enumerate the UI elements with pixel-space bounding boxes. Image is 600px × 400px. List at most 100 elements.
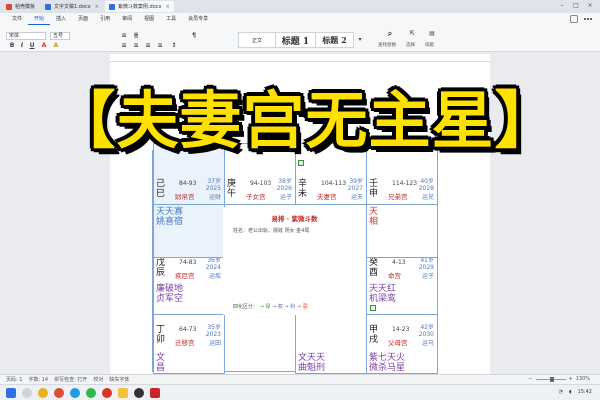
- star-line: 天: [369, 207, 379, 217]
- tray-time[interactable]: 15:42: [578, 389, 592, 395]
- style-heading-1[interactable]: 标题 1: [276, 32, 316, 48]
- palace-range: 74-83: [179, 259, 197, 266]
- align-left-icon[interactable]: ≡: [120, 42, 128, 49]
- style-label: 标题 2: [322, 34, 347, 45]
- menu-file[interactable]: 文件: [6, 14, 28, 25]
- italic-icon[interactable]: I: [18, 42, 26, 49]
- palace-cell-chen: 廉破地 贞军空 戊辰 74-83 疾厄宫 36岁 2024 运疾: [153, 257, 225, 315]
- share-icon[interactable]: [570, 15, 578, 23]
- bullet-list-icon[interactable]: ≡: [120, 32, 128, 39]
- sihua-ke: 科: [290, 304, 296, 310]
- justify-icon[interactable]: ≡: [156, 42, 164, 49]
- palace-ganzhi: 丁卯: [156, 325, 166, 345]
- minimize-icon[interactable]: –: [556, 1, 568, 11]
- font-color-icon[interactable]: A: [40, 42, 48, 49]
- zoom-out-icon[interactable]: −: [528, 376, 532, 382]
- app-icon[interactable]: [150, 388, 160, 398]
- close-tab-icon[interactable]: ×: [95, 4, 99, 10]
- more-icon[interactable]: [584, 18, 592, 20]
- palace-stars: 文天天 曲魁刑: [298, 353, 325, 373]
- menu-review[interactable]: 审阅: [116, 14, 138, 25]
- palace-stars: 文 昌: [156, 353, 165, 373]
- wps-icon[interactable]: [102, 388, 112, 398]
- close-window-icon[interactable]: ×: [584, 1, 596, 11]
- palace-ganzhi: 甲戌: [369, 325, 379, 345]
- star-line: 曲魁刑: [298, 363, 326, 373]
- palace-name: 迁移宫: [175, 339, 195, 347]
- font-size-select[interactable]: 五号: [50, 32, 70, 40]
- media-icon[interactable]: [134, 388, 144, 398]
- doc-icon: [108, 3, 115, 10]
- menu-member[interactable]: 会员专享: [182, 14, 214, 25]
- sihua-legend: 四化区分： → 禄 → 权 → 科 → 忌: [233, 303, 308, 310]
- window-tab-doc1[interactable]: 文字文稿1.docx ×: [41, 1, 103, 12]
- os-taskbar: ◔ ◖ 15:42: [0, 384, 600, 400]
- window-tab-doc2[interactable]: 紫微斗数案例.docx ×: [104, 1, 174, 12]
- highlight-icon[interactable]: A: [52, 42, 60, 49]
- volume-icon[interactable]: ◖: [569, 389, 572, 395]
- folder-icon[interactable]: [118, 388, 128, 398]
- menu-right-tools: [570, 15, 592, 23]
- layout-label[interactable]: 排版: [425, 42, 434, 48]
- align-right-icon[interactable]: ≡: [144, 42, 152, 49]
- zoom-in-icon[interactable]: +: [569, 376, 573, 382]
- palace-year: 2030: [418, 331, 434, 338]
- paragraph-icon[interactable]: ¶: [190, 32, 198, 39]
- sihua-label: 四化区分：: [233, 304, 259, 310]
- start-icon[interactable]: [6, 388, 16, 398]
- ribbon-toolbar: 宋体 五号 B I U A A ≡ ≣ ≡ ≡ ≡ ≡ ↕ ¶ 正文 标题 1 …: [0, 26, 600, 52]
- zoom-control[interactable]: − + 130%: [528, 376, 590, 382]
- layout-icon[interactable]: ▤: [428, 30, 436, 37]
- menu-insert[interactable]: 插入: [50, 14, 72, 25]
- status-page[interactable]: 页码: 1: [6, 376, 22, 383]
- edge-icon[interactable]: [70, 388, 80, 398]
- find-replace-label[interactable]: 查找替换: [378, 42, 396, 48]
- line-spacing-icon[interactable]: ↕: [170, 42, 178, 49]
- network-icon[interactable]: ◔: [559, 389, 563, 395]
- align-center-icon[interactable]: ≡: [132, 42, 140, 49]
- font-name-select[interactable]: 宋体: [6, 32, 46, 40]
- palace-luck: 运子: [279, 194, 292, 201]
- maximize-icon[interactable]: □: [570, 1, 582, 11]
- close-tab-icon[interactable]: ×: [165, 4, 169, 10]
- palace-info: 丁卯 64-73 迁移宫 35岁 2023 运田: [155, 324, 223, 349]
- horizontal-ruler[interactable]: [110, 54, 490, 62]
- number-list-icon[interactable]: ≣: [132, 32, 140, 39]
- chrome-icon[interactable]: [54, 388, 64, 398]
- palace-range: 4-13: [392, 259, 406, 266]
- menu-home[interactable]: 开始: [28, 14, 51, 25]
- menu-page[interactable]: 页面: [72, 14, 94, 25]
- zoom-slider[interactable]: [535, 376, 566, 382]
- marker-box: [298, 160, 304, 166]
- style-more-icon[interactable]: ▾: [356, 36, 364, 43]
- palace-info: 癸酉 4-13 命宫 41岁 2029 运子: [368, 258, 436, 282]
- select-icon[interactable]: ⇱: [408, 30, 416, 37]
- menu-view[interactable]: 视图: [138, 14, 160, 25]
- underline-icon[interactable]: U: [28, 42, 36, 49]
- zoom-value: 130%: [575, 376, 590, 382]
- style-heading-2[interactable]: 标题 2: [316, 32, 354, 48]
- status-spellcheck[interactable]: 拼写检查: 打开: [54, 376, 87, 383]
- palace-ganzhi: 己巳: [156, 179, 166, 199]
- menu-tools[interactable]: 工具: [160, 14, 182, 25]
- wechat-icon[interactable]: [86, 388, 96, 398]
- palace-ganzhi: 癸酉: [369, 258, 379, 278]
- palace-ganzhi: 壬申: [369, 179, 379, 199]
- status-missing-font[interactable]: 缺失字体: [109, 376, 129, 383]
- doc-icon: [45, 3, 52, 10]
- palace-name: 父母宫: [388, 339, 408, 347]
- window-tab-template[interactable]: 稻壳模板: [2, 1, 39, 12]
- menu-reference[interactable]: 引用: [94, 14, 116, 25]
- status-wordcount[interactable]: 字数: 14: [28, 376, 48, 383]
- palace-stars: 廉破地 贞军空: [156, 284, 183, 304]
- palace-info: 甲戌 14-23 父母宫 42岁 2030 运马: [368, 324, 436, 349]
- browser-icon[interactable]: [38, 388, 48, 398]
- search-icon[interactable]: ⌕: [386, 30, 394, 38]
- bold-icon[interactable]: B: [8, 42, 16, 49]
- style-normal[interactable]: 正文: [238, 32, 276, 48]
- select-label[interactable]: 选择: [406, 42, 415, 48]
- status-proofread[interactable]: 校对: [93, 376, 103, 383]
- palace-year: 2027: [347, 185, 363, 192]
- zoom-slider-knob[interactable]: [549, 376, 554, 382]
- search-taskbar-icon[interactable]: [22, 388, 32, 398]
